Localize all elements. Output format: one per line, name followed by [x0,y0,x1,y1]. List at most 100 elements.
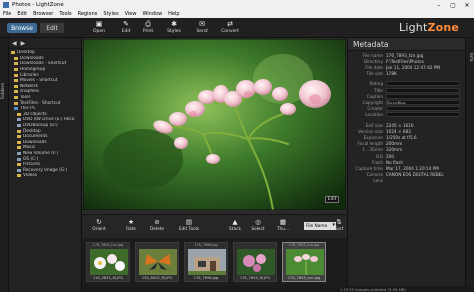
menu-bar: File Edit Browser Tools Regions Styles View Win… [0,10,474,18]
metadata-key: Title [374,87,383,93]
app-icon [3,2,9,8]
orient-button[interactable]: ↻ Orient [86,218,112,238]
metadata-row: File name 176_7893_tzn.jpg [348,52,466,58]
metadata-row: File size 178K [348,71,466,77]
metadata-key: File name [362,52,383,58]
tree-item-label: This PC [20,106,36,112]
delete-icon: ⊘ [154,218,160,226]
open-button[interactable]: ▣ Open [87,20,111,37]
tree-item-label: Pictures [23,162,41,168]
folder-icon [14,68,18,72]
metadata-row: Version size 1024 × 683 [348,128,466,134]
metadata-value: No flash [386,159,404,165]
thumbnail[interactable]: 176_7893_RJ.JPG [233,242,277,282]
stack-icon: ▲ [232,218,238,226]
tree-item-label: snapfiles [20,89,40,95]
thumbnail-filename: 176_7893_RJ.JPG [239,276,271,280]
menu-help[interactable]: Help [168,11,179,17]
folders-side-tab[interactable]: Folders [0,38,9,292]
styles-icon: ✱ [171,20,177,28]
tab-browse[interactable]: Browse [7,23,37,33]
metadata-key: File size [366,71,383,77]
status-bar: 1 Of 25 Images selected (3.09 MB) [82,286,474,292]
tree-item-label: Homegroup [20,67,46,73]
metadata-value: Jan 11, 2004 12:47:42 PM [386,64,441,70]
thumbnail-image [90,249,128,275]
sort-select[interactable]: File Name [304,222,336,230]
info-side-tab[interactable]: Info [465,38,474,292]
thumbnail[interactable]: 176_7893_tun.jpg 116_5833_RJ.JPG [86,242,130,282]
metadata-field[interactable] [386,93,460,99]
metadata-row: Caption [348,93,466,99]
menu-styles[interactable]: Styles [103,11,118,17]
app-window: Photos - LightZone – ▢ ✕ File Edit Browser… [0,0,474,292]
menu-edit[interactable]: Edit [17,11,27,17]
edit-image-badge[interactable]: Edit [325,196,339,203]
back-icon[interactable]: ◀ [12,40,17,47]
logo-zone: Zone [427,21,460,34]
browser-toolbar: ↻ Orient ★ Rate ⊘ Delete ▤ Edit Tools ▲ Stack ◎ Sel… [82,214,347,238]
forward-icon[interactable]: ▶ [21,40,26,47]
toolbar-label: Styles [167,29,181,34]
metadata-key: Capture time [355,165,383,171]
metadata-field[interactable] [386,87,460,93]
thumbnail-filename: 116_5833_RJ.JPG [92,276,124,280]
thumbnail-image [286,249,324,275]
thumbnail[interactable]: 133_6625_RJ.JPG [135,242,179,282]
thumbnail-image [237,249,275,275]
send-icon: ✉ [199,20,205,28]
styles-button[interactable]: ✱ Styles [162,20,186,37]
folder-icon [14,101,18,105]
minimize-icon[interactable]: – [432,0,446,10]
orient-icon: ↻ [96,218,102,226]
tree-nav: ◀ ▶ [9,38,81,49]
select-button[interactable]: ◎ Select [245,218,271,238]
edit-tools-button[interactable]: ▤ Edit Tools [176,218,202,238]
menu-tools[interactable]: Tools [59,11,71,17]
menu-window[interactable]: Window [142,11,162,17]
menu-regions[interactable]: Regions [78,11,98,17]
folder-tree: Desktop Downloads Downloads - Shortcut Home… [9,49,81,179]
delete-button[interactable]: ⊘ Delete [144,218,170,238]
metadata-value: F:\TestFiles\Photos [386,58,424,64]
menu-browser[interactable]: Browser [33,11,53,17]
folder-icon [11,51,15,55]
menu-file[interactable]: File [3,11,11,17]
metadata-key: Focal length [357,141,383,147]
metadata-row: Camera CANON EOS DIGITAL REBEL [348,172,466,178]
info-tab-label: Info [468,53,473,62]
edit-tools-icon: ▤ [185,218,193,226]
menu-view[interactable]: View [125,11,137,17]
toolbar-label: Convert [221,29,239,34]
folders-tab-label: Folders [1,83,6,100]
maximize-icon[interactable]: ▢ [446,0,460,10]
folder-icon [17,129,21,133]
metadata-field[interactable] [386,81,460,87]
toolbar-label: Open [92,29,106,34]
edit-button[interactable]: ✎ Edit [114,20,138,37]
thumbnail-size-button[interactable]: ▦ Thu... [270,218,296,238]
metadata-value: Mar 17, 2004 1:20:14 PM [386,165,439,171]
tab-edit[interactable]: Edit [40,23,64,33]
folder-icon [14,79,18,83]
close-icon[interactable]: ✕ [460,0,474,10]
metadata-panel: Metadata File name 176_7893_tzn.jpg Direct… [347,38,465,286]
send-button[interactable]: ✉ Send [190,20,214,37]
folder-icon [17,140,21,144]
metadata-value: 320mm [386,147,403,153]
star-button[interactable]: ★ Rate [118,218,144,238]
thumbnail[interactable]: 176_7896.jpg 176_7896.jpg [184,242,228,282]
metadata-value: 176_7893_tzn.jpg [386,52,424,58]
metadata-field[interactable] [386,106,460,112]
tree-item-label: Videos [23,173,38,179]
metadata-field[interactable] [386,112,460,118]
metadata-field[interactable]: Snapfiles [386,99,460,105]
print-button[interactable]: ⎙ Print [136,20,160,37]
folder-icon [14,90,18,94]
metadata-key: F. ..35mm [362,147,383,153]
thumbnail[interactable]: 176_7893_tun.jpg 176_7893_tun.jpg [282,242,326,282]
convert-button[interactable]: ⇄ Convert [218,20,242,37]
thumbnail-caption: 176_7896.jpg [194,243,218,247]
metadata-value: 2245 × 1610 [386,122,414,128]
tree-item[interactable]: Videos [9,173,81,179]
